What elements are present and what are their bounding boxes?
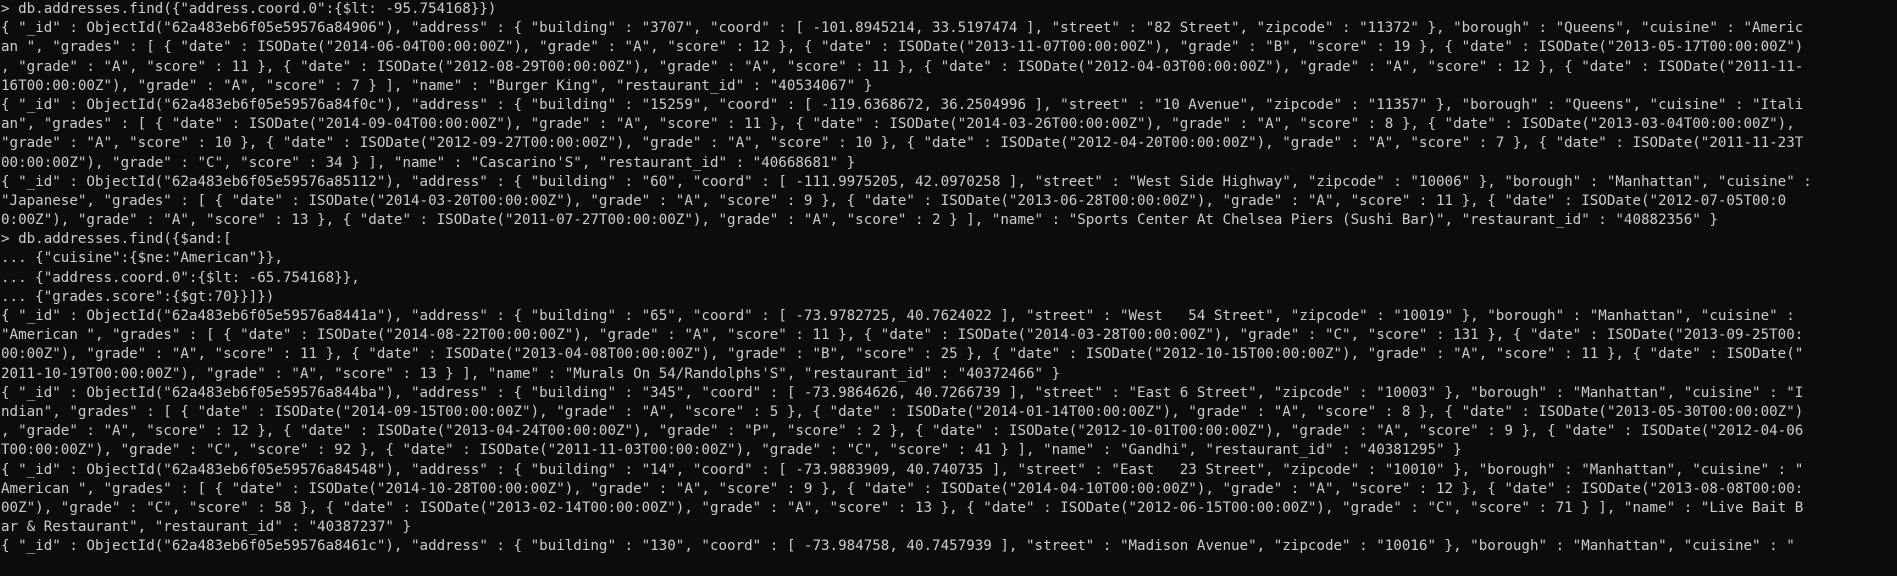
output-line: an", "grades" : [ { "date" : ISODate("20… bbox=[1, 116, 1795, 133]
output-line: { "_id" : ObjectId("62a483eb6f05e59576a8… bbox=[1, 538, 1795, 555]
output-line: 00Z"), "grade" : "C", "score" : 58 }, { … bbox=[1, 499, 1804, 516]
output-line: American ", "grades" : [ { "date" : ISOD… bbox=[1, 480, 1804, 497]
output-line: { "_id" : ObjectId("62a483eb6f05e59576a8… bbox=[1, 173, 1812, 190]
output-line: 00:00:00Z"), "grade" : "C", "score" : 34… bbox=[1, 154, 856, 171]
output-line: ar & Restaurant", "restaurant_id" : "403… bbox=[1, 519, 411, 536]
output-line: "grade" : "A", "score" : 10 }, { "date" … bbox=[1, 135, 1804, 152]
output-line: 16T00:00:00Z"), "grade" : "A", "score" :… bbox=[1, 77, 873, 94]
output-line: { "_id" : ObjectId("62a483eb6f05e59576a8… bbox=[1, 308, 1795, 324]
continuation-line: ... {"cuisine":{$ne:"American"}}, bbox=[1, 250, 283, 267]
output-line: 00:00Z"), "grade" : "A", "score" : 11 },… bbox=[1, 346, 1804, 363]
output-line: 2011-10-19T00:00:00Z"), "grade" : "A", "… bbox=[1, 365, 1061, 382]
continuation-line: ... {"grades.score":{$gt:70}}]}) bbox=[1, 288, 275, 305]
output-line: { "_id" : ObjectId("62a483eb6f05e59576a8… bbox=[1, 20, 1804, 37]
output-line: an ", "grades" : [ { "date" : ISODate("2… bbox=[1, 39, 1804, 56]
output-line: ndian", "grades" : [ { "date" : ISODate(… bbox=[1, 403, 1804, 420]
prompt-line: > db.addresses.find({"address.coord.0":{… bbox=[1, 1, 497, 17]
continuation-line: ... {"address.coord.0":{$lt: -65.754168}… bbox=[1, 269, 360, 286]
output-line: , "grade" : "A", "score" : 11 }, { "date… bbox=[1, 58, 1804, 75]
terminal-output: > db.addresses.find({"address.coord.0":{… bbox=[1, 0, 1897, 556]
prompt-line: > db.addresses.find({$and:[ bbox=[1, 231, 232, 248]
output-line: , "grade" : "A", "score" : 12 }, { "date… bbox=[1, 423, 1804, 440]
output-line: { "_id" : ObjectId("62a483eb6f05e59576a8… bbox=[1, 96, 1804, 113]
output-line: "Japanese", "grades" : [ { "date" : ISOD… bbox=[1, 192, 1787, 209]
output-line: { "_id" : ObjectId("62a483eb6f05e59576a8… bbox=[1, 461, 1804, 478]
output-line: 0:00Z"), "grade" : "A", "score" : 13 }, … bbox=[1, 212, 1718, 229]
output-line: T00:00:00Z"), "grade" : "C", "score" : 9… bbox=[1, 442, 1462, 459]
output-line: { "_id" : ObjectId("62a483eb6f05e59576a8… bbox=[1, 384, 1804, 401]
output-line: "American ", "grades" : [ { "date" : ISO… bbox=[1, 327, 1804, 344]
terminal-window[interactable]: > db.addresses.find({"address.coord.0":{… bbox=[0, 0, 1897, 576]
